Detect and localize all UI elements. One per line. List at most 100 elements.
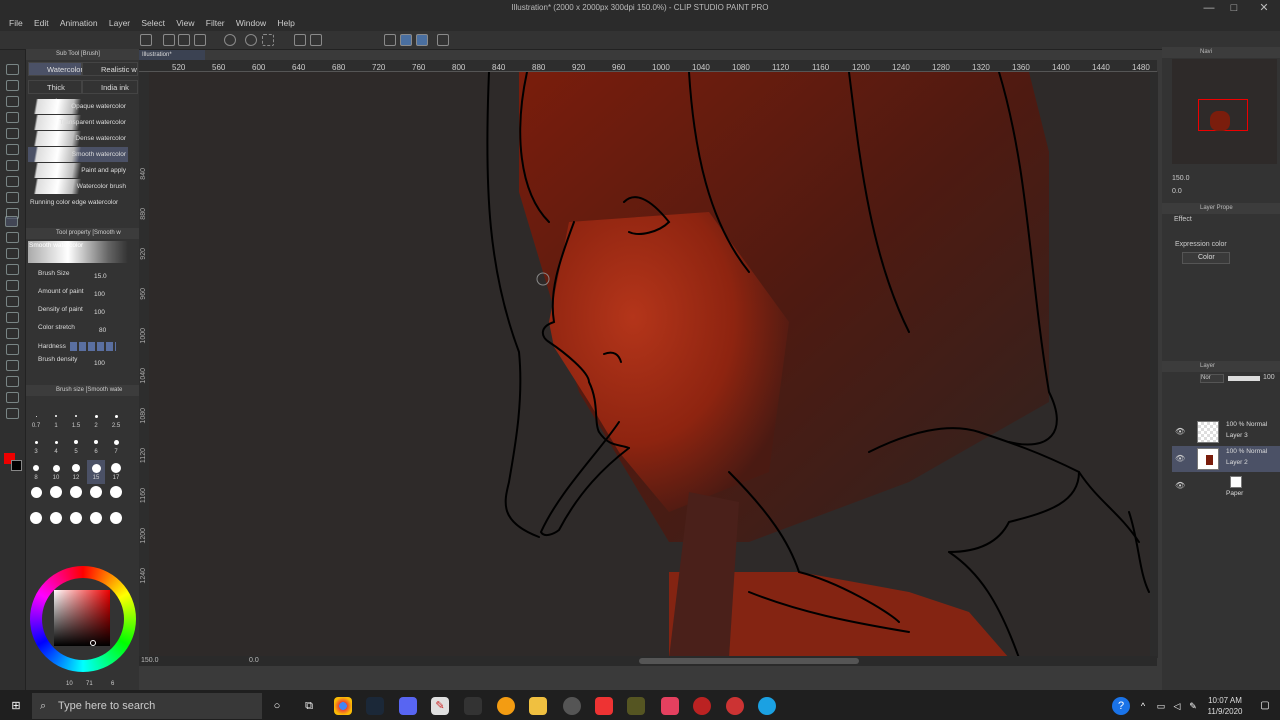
balloon-tool-icon[interactable] [6,392,19,403]
brush-size-option[interactable] [27,512,45,536]
redo-icon[interactable] [245,34,257,46]
close-button[interactable]: ✕ [1252,0,1276,17]
zoom-tool-icon[interactable] [6,64,19,75]
blend-tool-icon[interactable] [6,280,19,291]
figure-tool-icon[interactable] [6,328,19,339]
brush-size-option[interactable]: 2 [87,408,105,432]
opacity-slider[interactable] [1228,376,1260,381]
color-picker-cursor[interactable] [90,640,96,646]
task-view-icon[interactable]: ⧉ [300,697,318,715]
transform-icon[interactable] [310,34,322,46]
amount-paint-value[interactable]: 100 [94,291,105,298]
text-tool-icon[interactable] [6,376,19,387]
clip-studio-icon[interactable]: ✎ [431,697,449,715]
brush-running-color-edge[interactable]: Running color edge watercolor [30,199,118,206]
brush-transparent-watercolor[interactable]: Transparent watercolor [28,115,128,130]
drawing-canvas[interactable] [149,72,1150,658]
app-icon-6[interactable] [497,697,515,715]
menu-layer[interactable]: Layer [109,17,130,29]
snap-ruler-icon[interactable] [400,34,412,46]
brush-size-option[interactable] [87,512,105,536]
layer-row-layer-2[interactable]: 👁 100 % Normal Layer 2 [1172,446,1280,472]
steam-icon[interactable] [366,697,384,715]
brush-size-option[interactable]: 4 [47,434,65,458]
file-explorer-icon[interactable] [529,697,547,715]
app-icon-5[interactable] [464,697,482,715]
frame-tool-icon[interactable] [6,344,19,355]
eraser-tool-icon[interactable] [6,264,19,275]
decoration-tool-icon[interactable] [6,248,19,259]
brush-size-option[interactable]: 1.5 [67,408,85,432]
brush-size-option[interactable]: 7 [107,434,125,458]
tab-watercolor[interactable]: Watercolor [28,62,83,76]
help-icon[interactable]: ? [1112,697,1130,715]
brush-smooth-watercolor[interactable]: Smooth watercolor [28,147,128,162]
brush-dense-watercolor[interactable]: Dense watercolor [28,131,128,146]
brush-size-option[interactable] [47,512,65,536]
canvas-vertical-scrollbar[interactable] [1150,72,1158,658]
brush-tool-icon[interactable] [5,216,18,227]
operation-tool-icon[interactable] [6,96,19,107]
layer-row-layer-3[interactable]: 👁 100 % Normal Layer 3 [1172,419,1280,445]
tray-chevron-icon[interactable]: ^ [1134,697,1152,715]
gradient-tool-icon[interactable] [6,312,19,323]
windows-start-icon[interactable]: ⊞ [7,697,25,715]
color-stretch-value[interactable]: 80 [99,327,106,334]
undo-icon[interactable] [224,34,236,46]
app-icon-13[interactable] [726,697,744,715]
brush-size-option[interactable]: 5 [67,434,85,458]
expression-color-select[interactable]: Color [1182,252,1230,264]
brush-size-option[interactable]: 6 [87,434,105,458]
zoom-readout[interactable]: 150.0 [141,657,159,664]
discord-icon[interactable] [399,697,417,715]
snap-grid-icon[interactable] [416,34,428,46]
selection-icon[interactable] [262,34,274,46]
app-icon-10[interactable] [627,697,645,715]
menu-view[interactable]: View [176,17,194,29]
menu-animation[interactable]: Animation [60,17,98,29]
brush-size-option[interactable] [27,486,45,510]
tab-india-ink[interactable]: India ink [82,80,138,94]
brush-size-option[interactable]: 1 [47,408,65,432]
brush-size-option[interactable] [107,486,125,510]
pen-tool-icon[interactable] [6,192,19,203]
density-paint-value[interactable]: 100 [94,309,105,316]
navigator-angle[interactable]: 0.0 [1172,188,1182,195]
taskbar-search[interactable]: Type here to search [32,693,262,719]
brush-size-option[interactable]: 15 [87,460,105,484]
eye-icon[interactable]: 👁 [1175,427,1185,436]
airbrush-tool-icon[interactable] [6,232,19,243]
brush-watercolor-brush[interactable]: Watercolor brush [28,179,128,194]
sub-color-swatch[interactable] [11,460,22,471]
brush-size-option[interactable]: 0.7 [27,408,45,432]
app-icon[interactable] [140,34,152,46]
brush-size-option[interactable] [47,486,65,510]
chrome-icon[interactable] [334,697,352,715]
brush-size-option[interactable]: 2.5 [107,408,125,432]
fill-icon[interactable] [294,34,306,46]
hardness-slider[interactable] [70,342,116,351]
navigator-zoom[interactable]: 150.0 [1172,175,1190,182]
navigator-preview[interactable] [1172,59,1277,164]
open-icon[interactable] [178,34,190,46]
brush-density-value[interactable]: 100 [94,360,105,367]
menu-file[interactable]: File [9,17,23,29]
eye-icon[interactable]: 👁 [1175,454,1185,463]
brush-paint-and-apply[interactable]: Paint and apply [28,163,128,178]
brush-size-option[interactable]: 8 [27,460,45,484]
tab-realistic-watercolor[interactable]: Realistic w [82,62,138,76]
wand-tool-icon[interactable] [6,176,19,187]
color-saturation-square[interactable] [54,590,110,646]
settings-icon[interactable] [437,34,449,46]
save-icon[interactable] [194,34,206,46]
document-tab[interactable]: Illustration* [139,50,205,60]
eye-icon[interactable]: 👁 [1175,481,1185,490]
brush-size-option[interactable]: 10 [47,460,65,484]
menu-window[interactable]: Window [236,17,266,29]
brush-size-option[interactable]: 12 [67,460,85,484]
angle-readout[interactable]: 0.0 [249,657,259,664]
blend-mode-select[interactable]: Nor [1200,374,1224,383]
app-icon-9[interactable] [595,697,613,715]
brush-size-option[interactable] [87,486,105,510]
edge-icon[interactable] [758,697,776,715]
